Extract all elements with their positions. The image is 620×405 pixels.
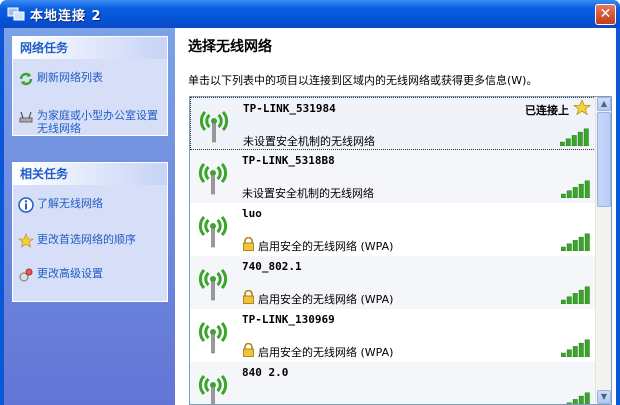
network-tasks-header[interactable]: 网络任务 (13, 37, 167, 59)
network-list-item[interactable]: 740_802.1 启用安全的无线网络 (WPA) (190, 256, 596, 309)
network-tasks-panel: 网络任务 刷新网络列表 为家庭或小型办公室设置无线网络 (12, 36, 168, 136)
scroll-up-button[interactable]: ▲ (597, 97, 611, 111)
wireless-antenna-icon (198, 321, 228, 354)
signal-strength-icon (566, 392, 590, 404)
signal-bar (578, 183, 584, 198)
network-list-item[interactable]: luo 启用安全的无线网络 (WPA) (190, 203, 596, 256)
refresh-network-list-label: 刷新网络列表 (37, 71, 103, 84)
signal-bar (572, 346, 578, 357)
settings-icon (19, 268, 33, 282)
network-ssid: 840 2.0 (242, 366, 289, 379)
connection-status: 已连接上 (525, 104, 569, 117)
network-security-description: 启用安全的无线网络 (WPA) (258, 240, 394, 253)
title-bar[interactable]: 本地连接 2 ✕ (0, 0, 620, 28)
network-security-description: 启用安全的无线网络 (WPA) (258, 293, 394, 306)
signal-strength-icon (561, 339, 590, 357)
instruction-text: 单击以下列表中的项目以连接到区域内的无线网络或获得更多信息(W)。 (188, 74, 538, 87)
preferred-star-icon (573, 99, 591, 116)
signal-bar (572, 187, 578, 198)
signal-bar (577, 131, 583, 146)
wireless-setup-icon (19, 111, 33, 123)
signal-bar (566, 296, 572, 304)
refresh-icon (19, 72, 33, 86)
signal-strength-icon (561, 233, 590, 251)
change-preferred-order-link[interactable]: 更改首选网络的顺序 (13, 233, 167, 248)
signal-bar (578, 289, 584, 304)
star-icon (18, 233, 34, 248)
signal-bar (565, 138, 571, 146)
window-title: 本地连接 2 (30, 9, 102, 24)
signal-strength-icon (561, 180, 590, 198)
close-button[interactable]: ✕ (595, 4, 616, 25)
signal-bar (584, 392, 590, 404)
wireless-antenna-icon (199, 110, 229, 143)
network-security-description: 启用安全的无线网络 (WPA) (258, 346, 394, 359)
scroll-thumb[interactable] (597, 112, 611, 207)
setup-wireless-network-label: 为家庭或小型办公室设置无线网络 (37, 109, 158, 135)
change-advanced-settings-link[interactable]: 更改高级设置 (13, 267, 167, 282)
scroll-down-button[interactable]: ▼ (597, 390, 611, 404)
change-advanced-settings-label: 更改高级设置 (37, 267, 103, 280)
signal-bar (584, 286, 590, 304)
network-list-item[interactable]: TP-LINK_5318B8 未设置安全机制的无线网络 (190, 150, 596, 203)
window-client: 网络任务 刷新网络列表 为家庭或小型办公室设置无线网络 相关任务 了解无线网络 … (4, 28, 616, 405)
wireless-antenna-icon (198, 268, 228, 301)
signal-bar (561, 246, 566, 251)
network-list-item[interactable]: TP-LINK_130969 启用安全的无线网络 (WPA) (190, 309, 596, 362)
wireless-antenna-icon (198, 215, 228, 248)
learn-wireless-link[interactable]: 了解无线网络 (13, 197, 167, 213)
network-list-item[interactable]: 840 2.0 (190, 362, 596, 404)
lock-icon (243, 290, 254, 304)
setup-wireless-network-link[interactable]: 为家庭或小型办公室设置无线网络 (13, 109, 167, 135)
refresh-network-list-link[interactable]: 刷新网络列表 (13, 71, 167, 86)
wireless-antenna-icon (198, 374, 228, 404)
network-connection-icon (7, 7, 25, 21)
network-security-description: 未设置安全机制的无线网络 (243, 135, 375, 148)
signal-bar (571, 135, 577, 146)
main-content: 选择无线网络 单击以下列表中的项目以连接到区域内的无线网络或获得更多信息(W)。… (175, 28, 616, 405)
network-list-item[interactable]: TP-LINK_531984 未设置安全机制的无线网络 已连接上 (190, 97, 596, 150)
signal-bar (561, 193, 566, 198)
signal-strength-icon (560, 128, 589, 146)
signal-bar (578, 342, 584, 357)
related-tasks-header[interactable]: 相关任务 (13, 163, 167, 185)
signal-bar (566, 243, 572, 251)
lock-icon (243, 237, 254, 251)
learn-wireless-label: 了解无线网络 (37, 197, 103, 210)
signal-bar (572, 293, 578, 304)
wireless-network-list[interactable]: TP-LINK_531984 未设置安全机制的无线网络 已连接上 TP-LINK_53… (189, 96, 612, 405)
wireless-network-window: 本地连接 2 ✕ 网络任务 刷新网络列表 为家庭或小型办公室设置无线网络 相关任… (0, 0, 620, 405)
signal-bar (584, 180, 590, 198)
network-ssid: TP-LINK_130969 (242, 313, 335, 326)
network-ssid: TP-LINK_531984 (243, 102, 336, 115)
signal-bar (566, 190, 572, 198)
signal-bar (560, 141, 565, 146)
signal-bar (584, 233, 590, 251)
signal-bar (572, 399, 578, 404)
signal-strength-icon (561, 286, 590, 304)
lock-icon (243, 343, 254, 357)
network-ssid: TP-LINK_5318B8 (242, 154, 335, 167)
change-preferred-order-label: 更改首选网络的顺序 (37, 233, 136, 246)
signal-bar (583, 128, 589, 146)
list-scrollbar[interactable]: ▲ ▼ (595, 97, 611, 404)
info-icon (18, 197, 34, 213)
related-tasks-panel: 相关任务 了解无线网络 更改首选网络的顺序 更改高级设置 (12, 162, 168, 302)
network-ssid: luo (242, 207, 262, 220)
signal-bar (561, 352, 566, 357)
wireless-antenna-icon (198, 162, 228, 195)
signal-bar (566, 349, 572, 357)
network-ssid: 740_802.1 (242, 260, 302, 273)
task-sidebar: 网络任务 刷新网络列表 为家庭或小型办公室设置无线网络 相关任务 了解无线网络 … (4, 28, 175, 405)
signal-bar (572, 240, 578, 251)
network-security-description: 未设置安全机制的无线网络 (242, 187, 374, 200)
signal-bar (578, 236, 584, 251)
signal-bar (578, 395, 584, 404)
page-title: 选择无线网络 (188, 39, 272, 55)
signal-bar (584, 339, 590, 357)
signal-bar (561, 299, 566, 304)
